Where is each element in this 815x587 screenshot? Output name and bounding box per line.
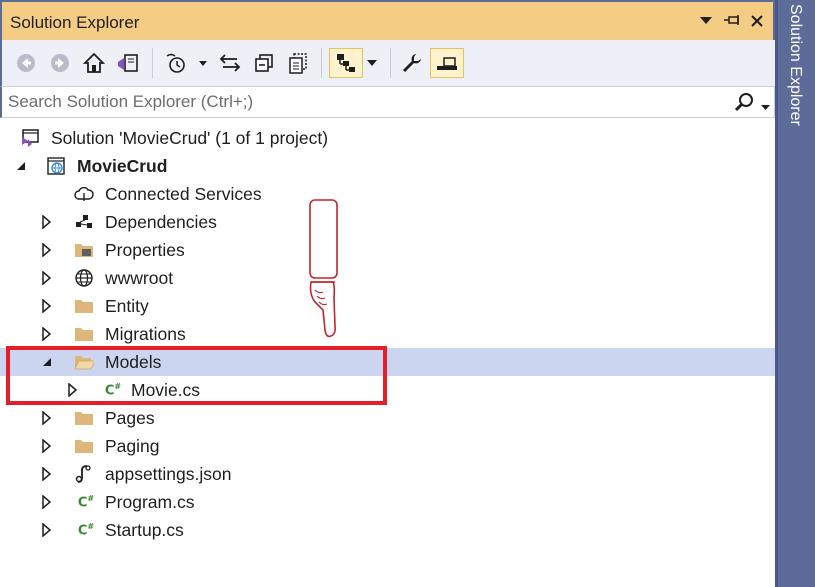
collapse-all-icon [255,54,273,72]
search-options-dropdown-icon[interactable] [761,98,770,116]
tree-item-properties[interactable]: Properties [0,236,775,264]
close-icon[interactable] [747,11,767,31]
back-button[interactable] [14,48,38,78]
solution-icon [20,128,40,148]
collapsed-arrow-icon[interactable] [42,467,52,481]
search-input[interactable] [8,90,708,114]
collapse-all-button[interactable] [250,48,278,78]
toolbar-separator [152,48,153,78]
collapsed-arrow-icon[interactable] [42,523,52,537]
csharp-file-icon: C# [77,493,95,511]
tree-item-connected-services[interactable]: Connected Services [0,180,775,208]
solution-explorer-side-tab[interactable]: Solution Explorer [778,0,804,142]
collapsed-arrow-icon[interactable] [42,215,52,229]
tree-item-entity[interactable]: Entity [0,292,775,320]
tree-item-models[interactable]: Models [0,348,775,376]
folder-icon [74,436,94,456]
tree-item-migrations[interactable]: Migrations [0,320,775,348]
collapsed-arrow-icon[interactable] [42,327,52,341]
properties-folder-icon [74,240,94,260]
collapsed-arrow-icon[interactable] [42,299,52,313]
collapsed-arrow-icon[interactable] [42,243,52,257]
wrench-icon [403,54,421,72]
search-box [0,86,775,118]
tree-item-label: Connected Services [105,183,262,204]
pin-preview-button[interactable] [430,48,464,78]
tree-item-label: Entity [105,295,149,316]
tree-item-label: MovieCrud [77,155,168,176]
pending-changes-filter-icon [166,53,207,73]
pointing-hand-annotation-icon [309,199,338,338]
auto-hide-pin-icon[interactable] [722,11,742,31]
tree-item-label: Properties [105,239,185,260]
preview-selected-button[interactable] [329,48,363,78]
properties-button[interactable] [398,48,426,78]
tree-item-label: Pages [105,407,155,428]
forward-icon [51,54,69,72]
title-bar: Solution Explorer [0,0,775,40]
tree-item-solution[interactable]: Solution 'MovieCrud' (1 of 1 project) [0,124,775,152]
tree-item-startup-cs[interactable]: C# Startup.cs [0,516,775,544]
toolbar-separator [321,48,322,78]
tree-item-label: wwwroot [105,267,174,288]
pending-changes-filter-button[interactable] [162,48,210,78]
tree-item-appsettings-json[interactable]: appsettings.json [0,460,775,488]
search-icon[interactable] [734,92,754,117]
tree-item-label: Solution 'MovieCrud' (1 of 1 project) [51,127,329,148]
tree-item-pages[interactable]: Pages [0,404,775,432]
window-title: Solution Explorer [10,13,140,32]
home-button[interactable] [81,48,107,78]
globe-icon [74,268,94,288]
open-folder-icon [74,352,94,372]
csharp-file-icon: C# [104,381,122,399]
solution-explorer-panel: Solution Explorer Search Solution Explor… [0,0,775,587]
window-options-dropdown-icon[interactable] [696,11,716,31]
collapsed-arrow-icon[interactable] [42,411,52,425]
preview-selected-icon [337,54,355,72]
tree-item-label: Movie.cs [131,379,201,400]
tree-item-label: appsettings.json [105,463,232,484]
expanded-arrow-icon[interactable] [16,159,26,173]
tree-item-label: Startup.cs [105,519,184,540]
folder-icon [74,324,94,344]
tree-item-paging[interactable]: Paging [0,432,775,460]
tree-item-movie-cs[interactable]: C# Movie.cs [0,376,775,404]
back-icon [17,54,35,72]
tree-item-dependencies[interactable]: Dependencies [0,208,775,236]
home-icon [83,52,105,73]
tree-item-label: Paging [105,435,160,456]
switch-views-icon [118,54,138,72]
chevron-down-icon [367,60,377,66]
toolbar-separator [390,48,391,78]
sync-button[interactable] [216,48,244,78]
expanded-arrow-icon[interactable] [42,355,52,369]
tree-item-wwwroot[interactable]: wwwroot [0,264,775,292]
collapsed-arrow-icon[interactable] [68,383,78,397]
web-project-icon [46,156,66,176]
preview-dropdown-button[interactable] [364,48,380,78]
show-all-files-button[interactable] [284,48,312,78]
csharp-file-icon: C# [77,521,95,539]
collapsed-arrow-icon[interactable] [42,495,52,509]
cloud-icon [74,184,94,204]
collapsed-arrow-icon[interactable] [42,271,52,285]
switch-views-button[interactable] [114,48,142,78]
toolbar [0,40,775,86]
collapsed-arrow-icon[interactable] [42,439,52,453]
json-file-icon [74,464,94,484]
tree-item-label: Program.cs [105,491,195,512]
show-all-files-icon [289,53,307,74]
pin-preview-icon [437,57,457,70]
folder-icon [74,408,94,428]
tree-item-program-cs[interactable]: C# Program.cs [0,488,775,516]
tree-item-label: Migrations [105,323,186,344]
tree-item-project[interactable]: MovieCrud [0,152,775,180]
sync-icon [219,54,241,72]
tree-item-label: Models [105,351,162,372]
tree-item-label: Dependencies [105,211,217,232]
folder-icon [74,296,94,316]
dependencies-icon [74,212,94,232]
forward-button[interactable] [48,48,72,78]
